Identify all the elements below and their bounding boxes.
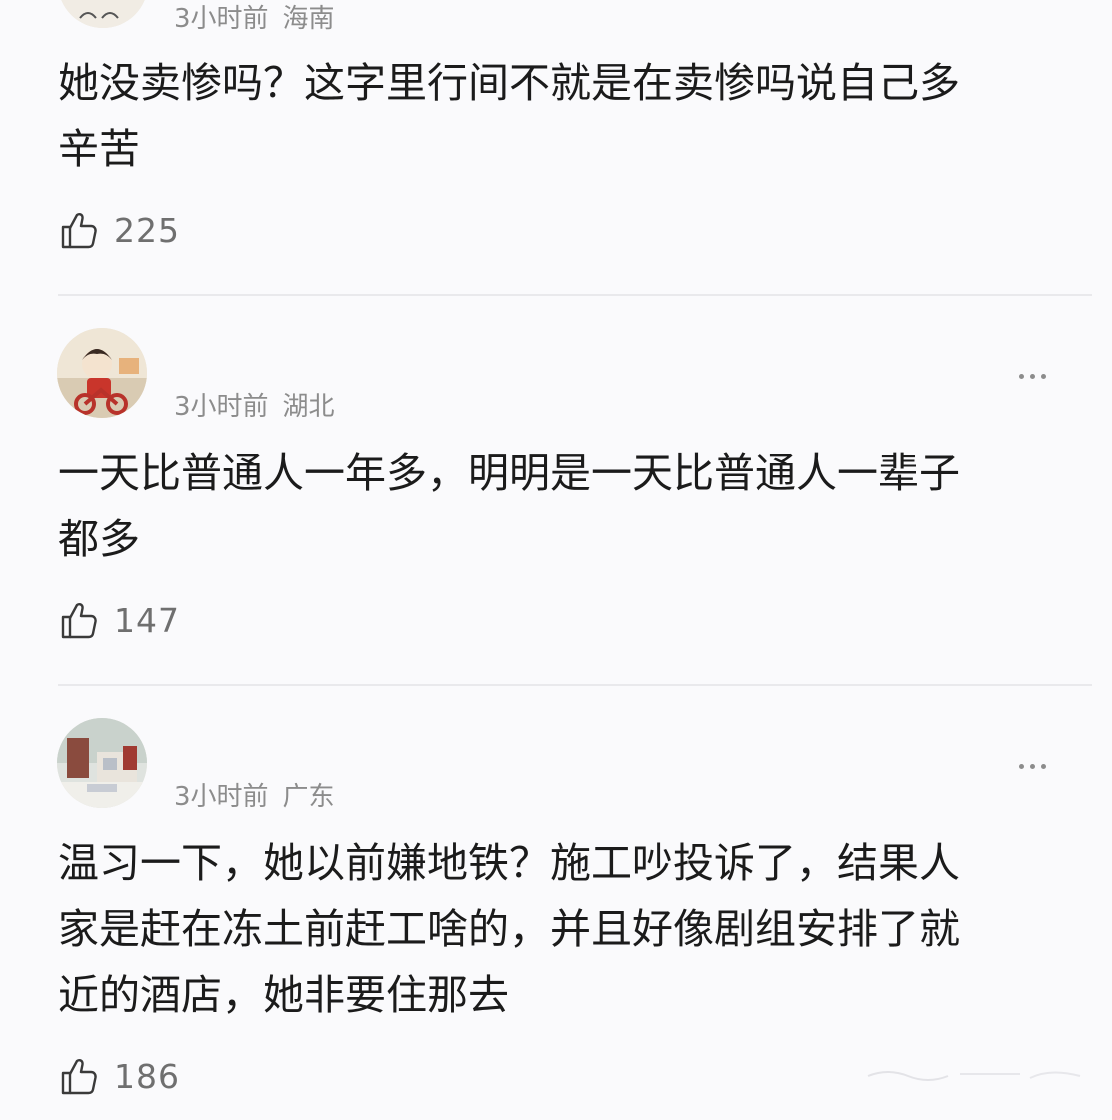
comment-text-line: 温习一下，她以前嫌地铁？施工吵投诉了，结果人 [58,839,960,887]
watermark [860,1054,1090,1094]
comment-time: 3小时前 [174,782,269,812]
comment-location: 广东 [282,782,335,812]
comment-text-line: 一天比普通人一年多，明明是一天比普通人一辈子 [58,449,960,497]
comment-meta: 3小时前 湖北 [174,386,335,423]
comment-text-line: 都多 [58,515,140,563]
divider [58,684,1092,686]
avatar[interactable] [57,328,147,418]
comment-location: 湖北 [282,392,335,422]
comment-text: 她没卖惨吗？这字里行间不就是在卖惨吗说自己多 辛苦 [58,50,1058,182]
comment-text-line: 辛苦 [58,125,140,173]
like-button[interactable]: 186 [60,1054,180,1098]
like-count: 186 [114,1056,180,1096]
comment-text: 一天比普通人一年多，明明是一天比普通人一辈子 都多 [58,440,1058,572]
comment-meta: 3小时前 海南 [174,0,335,35]
comment-time: 3小时前 [174,4,269,34]
comment-list: 3小时前 海南 她没卖惨吗？这字里行间不就是在卖惨吗说自己多 辛苦 225 3小… [0,0,1112,1120]
comment-location: 海南 [282,4,335,34]
comment-text: 温习一下，她以前嫌地铁？施工吵投诉了，结果人 家是赶在冻土前赶工啥的，并且好像剧… [58,830,1058,1028]
like-button[interactable]: 147 [60,598,180,642]
like-button[interactable]: 225 [60,208,180,252]
thumbs-up-icon [60,1056,100,1096]
thumbs-up-icon [60,210,100,250]
comment-meta: 3小时前 广东 [174,776,335,813]
like-count: 225 [114,210,180,250]
comment-text-line: 近的酒店，她非要住那去 [58,971,509,1019]
more-options-icon[interactable] [1012,758,1052,774]
comment-text-line: 她没卖惨吗？这字里行间不就是在卖惨吗说自己多 [58,59,960,107]
divider [58,294,1092,296]
avatar[interactable] [57,718,147,808]
avatar[interactable] [58,0,148,28]
like-count: 147 [114,600,180,640]
comment-time: 3小时前 [174,392,269,422]
comment-text-line: 家是赶在冻土前赶工啥的，并且好像剧组安排了就 [58,905,960,953]
more-options-icon[interactable] [1012,368,1052,384]
thumbs-up-icon [60,600,100,640]
